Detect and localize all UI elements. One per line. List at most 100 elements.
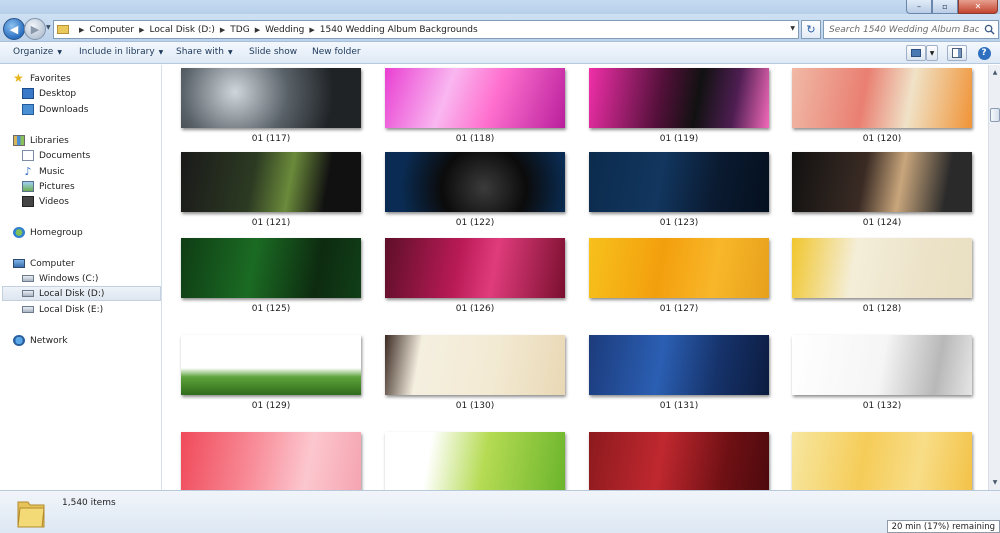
thumbnail-image[interactable] [589, 335, 769, 395]
thumbnail-image[interactable] [385, 335, 565, 395]
breadcrumb-local-disk-d[interactable]: Local Disk (D:) [150, 25, 215, 35]
scroll-thumb[interactable] [990, 108, 1000, 122]
vertical-scrollbar[interactable]: ▲ ▼ [988, 65, 1000, 490]
thumbnail-image[interactable] [792, 152, 972, 212]
thumbnail-image[interactable] [792, 68, 972, 128]
nav-favorites[interactable]: ★ Favorites [13, 71, 71, 86]
chevron-right-icon[interactable]: ▶ [255, 26, 260, 34]
nav-pictures[interactable]: Pictures [22, 179, 75, 194]
drive-icon [22, 290, 34, 297]
search-input[interactable]: Search 1540 Wedding Album Backgrounds [829, 25, 979, 35]
nav-videos[interactable]: Videos [22, 194, 69, 209]
preview-pane-icon [952, 48, 962, 58]
search-box[interactable]: Search 1540 Wedding Album Backgrounds [823, 20, 999, 39]
organize-label: Organize [13, 47, 54, 57]
chevron-right-icon[interactable]: ▶ [309, 26, 314, 34]
help-button[interactable]: ? [973, 45, 995, 61]
file-name: 01 (132) [862, 401, 902, 411]
nav-label: Homegroup [30, 227, 83, 238]
nav-local-disk-d[interactable]: Local Disk (D:) [2, 286, 161, 301]
nav-network[interactable]: Network [13, 333, 68, 348]
scroll-up-icon[interactable]: ▲ [990, 67, 1000, 78]
file-name: 01 (126) [455, 304, 495, 314]
change-view-button[interactable] [906, 45, 926, 61]
thumbnail-image[interactable] [181, 335, 361, 395]
nav-downloads[interactable]: Downloads [22, 102, 88, 117]
pictures-icon [22, 181, 34, 192]
new-folder-button[interactable]: New folder [312, 47, 361, 57]
nav-computer[interactable]: Computer [13, 256, 75, 271]
slide-show-button[interactable]: Slide show [249, 47, 297, 57]
homegroup-icon [13, 227, 25, 238]
file-name: 01 (118) [455, 134, 495, 144]
desktop-icon [22, 88, 34, 99]
address-dropdown-icon[interactable]: ▼ [790, 25, 795, 32]
thumbnail-image[interactable] [589, 432, 769, 490]
organize-menu[interactable]: Organize ▼ [13, 47, 62, 57]
chevron-right-icon[interactable]: ▶ [79, 26, 84, 34]
thumbnail-image[interactable] [385, 68, 565, 128]
forward-button[interactable]: ▶ [24, 18, 46, 40]
address-row: ◀ ▶ ▼ ▶ Computer ▶ Local Disk (D:) ▶ TDG… [0, 14, 1000, 42]
nav-label: Computer [30, 258, 75, 269]
breadcrumb-current-folder[interactable]: 1540 Wedding Album Backgrounds [320, 25, 478, 35]
chevron-down-icon: ▼ [227, 49, 233, 56]
thumbnail-image[interactable] [589, 238, 769, 298]
chevron-right-icon[interactable]: ▶ [220, 26, 225, 34]
computer-icon [13, 259, 25, 268]
thumbnail-image[interactable] [792, 238, 972, 298]
file-name: 01 (123) [659, 218, 699, 228]
scroll-down-icon[interactable]: ▼ [990, 477, 1000, 488]
thumbnail-image[interactable] [181, 432, 361, 490]
share-label: Share with [176, 47, 224, 57]
videos-icon [22, 196, 34, 207]
maximize-button[interactable]: ▫ [932, 0, 958, 14]
thumbnail-image[interactable] [181, 238, 361, 298]
thumbnail-image[interactable] [385, 432, 565, 490]
file-name: 01 (127) [659, 304, 699, 314]
search-icon[interactable] [984, 24, 995, 35]
refresh-button[interactable]: ↻ [801, 20, 821, 39]
share-with-menu[interactable]: Share with ▼ [176, 47, 233, 57]
thumbnail-image[interactable] [385, 238, 565, 298]
view-options-dropdown[interactable]: ▼ [926, 45, 938, 61]
back-button[interactable]: ◀ [3, 18, 25, 40]
nav-music[interactable]: ♪ Music [22, 164, 64, 179]
thumbnail-image[interactable] [589, 152, 769, 212]
thumbnail-image[interactable] [792, 335, 972, 395]
thumbnail-image[interactable] [385, 152, 565, 212]
thumbnail-image[interactable] [792, 432, 972, 490]
nav-windows-c[interactable]: Windows (C:) [22, 271, 98, 286]
include-label: Include in library [79, 47, 155, 57]
documents-icon [22, 150, 34, 161]
file-name: 01 (124) [862, 218, 902, 228]
thumbnail-image[interactable] [181, 68, 361, 128]
file-name: 01 (121) [251, 218, 291, 228]
file-name: 01 (130) [455, 401, 495, 411]
breadcrumb-computer[interactable]: Computer [89, 25, 134, 35]
file-name: 01 (125) [251, 304, 291, 314]
nav-homegroup[interactable]: Homegroup [13, 225, 83, 240]
file-name: 01 (119) [659, 134, 699, 144]
nav-desktop[interactable]: Desktop [22, 86, 76, 101]
include-in-library-menu[interactable]: Include in library ▼ [79, 47, 163, 57]
file-name: 01 (129) [251, 401, 291, 411]
thumbnail-image[interactable] [181, 152, 361, 212]
preview-pane-button[interactable] [947, 45, 967, 61]
minimize-button[interactable]: – [906, 0, 932, 14]
nav-label: Downloads [39, 104, 89, 115]
recent-pages-dropdown[interactable]: ▼ [46, 24, 51, 31]
nav-libraries[interactable]: Libraries [13, 133, 69, 148]
chevron-right-icon[interactable]: ▶ [139, 26, 144, 34]
back-arrow-icon: ◀ [9, 22, 19, 36]
nav-documents[interactable]: Documents [22, 148, 90, 163]
breadcrumb-wedding[interactable]: Wedding [265, 25, 304, 35]
file-name: 01 (128) [862, 304, 902, 314]
nav-local-disk-e[interactable]: Local Disk (E:) [22, 302, 103, 317]
thumbnail-image[interactable] [589, 68, 769, 128]
title-bar: – ▫ ✕ [0, 0, 1000, 14]
libraries-icon [13, 135, 25, 146]
close-button[interactable]: ✕ [958, 0, 998, 14]
breadcrumb-tdg[interactable]: TDG [230, 25, 249, 35]
address-bar[interactable]: ▶ Computer ▶ Local Disk (D:) ▶ TDG ▶ Wed… [53, 20, 799, 39]
